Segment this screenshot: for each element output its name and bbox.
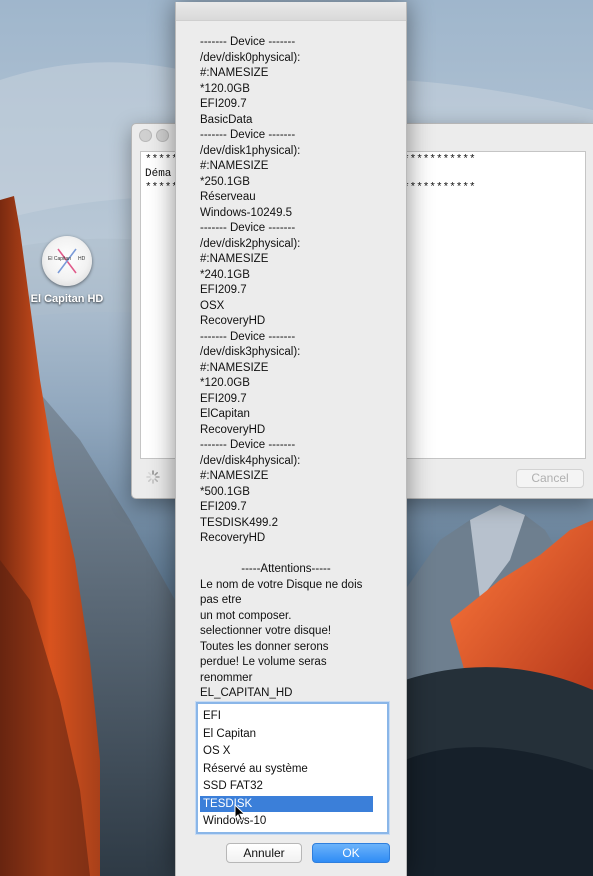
message-line: RecoveryHD: [200, 532, 266, 544]
message-line: Réserveau: [200, 191, 256, 203]
icon-text-right: HD: [78, 256, 86, 262]
message-line: [200, 547, 390, 563]
message-line: #:NAMESIZE: [200, 361, 269, 374]
message-line: *250.1GB: [200, 175, 250, 188]
message-line: *120.0GB: [200, 377, 250, 389]
message-line: ------- Device -------: [200, 129, 296, 141]
annuler-button[interactable]: Annuler: [226, 843, 302, 863]
message-line: BasicData: [200, 113, 253, 126]
mouse-pointer-icon: [234, 804, 246, 822]
message-line: selectionner votre disque!: [200, 625, 332, 637]
message-line: *500.1GB: [200, 485, 250, 498]
cancel-button[interactable]: Cancel: [516, 469, 584, 488]
list-item-tesdisk[interactable]: TESDISK: [200, 795, 373, 812]
desktop-icon-label: El Capitan HD: [30, 293, 104, 305]
console-line: Déma: [145, 168, 172, 180]
list-item-os-x[interactable]: OS X: [200, 743, 373, 759]
dialog-message: ------- Device ------- /dev/disk0physica…: [200, 35, 390, 702]
desktop-icon-el-capitan-hd[interactable]: El Capitan HD El Capitan HD: [26, 236, 108, 305]
message-line: /dev/disk4physical):: [200, 454, 301, 467]
message-line: perdue! Le volume seras: [200, 656, 327, 668]
message-line: /dev/disk2physical):: [200, 237, 301, 250]
minimize-button[interactable]: [156, 129, 169, 142]
message-line: Toutes les donner serons: [200, 640, 329, 653]
message-line: EFI209.7: [200, 284, 247, 296]
message-line: #:NAMESIZE: [200, 253, 269, 265]
message-line: #:NAMESIZE: [200, 470, 269, 482]
list-scrollbar[interactable]: [377, 706, 385, 828]
message-line: ElCapitan: [200, 408, 250, 420]
message-line: RecoveryHD: [200, 315, 266, 327]
message-line: EL_CAPITAN_HD: [200, 687, 293, 699]
message-line: ------- Device -------: [200, 330, 296, 343]
ok-button[interactable]: OK: [312, 843, 390, 863]
message-line: /dev/disk0physical):: [200, 51, 301, 64]
message-line: RecoveryHD: [200, 423, 266, 436]
dialog-titlebar: [176, 2, 406, 21]
message-line: ------- Device -------: [200, 36, 296, 48]
attentions-heading: -----Attentions-----: [241, 563, 331, 575]
console-line: ***********: [403, 154, 476, 166]
message-line: ------- Device -------: [200, 222, 296, 234]
message-line: ------- Device -------: [200, 439, 296, 451]
message-line: EFI209.7: [200, 98, 247, 110]
close-button[interactable]: [139, 129, 152, 142]
list-item-efi[interactable]: EFI: [200, 708, 373, 724]
message-line: pas etre: [200, 594, 242, 606]
message-line: un mot composer.: [200, 609, 292, 622]
disk-choice-list[interactable]: EFI El Capitan OS X Réservé au système S…: [196, 702, 389, 834]
message-line: /dev/disk1physical):: [200, 144, 301, 157]
message-line: Windows-10249.5: [200, 206, 293, 219]
disk-selection-dialog: ------- Device ------- /dev/disk0physica…: [175, 2, 407, 876]
message-line: /dev/disk3physical):: [200, 346, 301, 358]
message-line: #:NAMESIZE: [200, 67, 269, 79]
message-line: renommer: [200, 671, 253, 684]
message-line: EFI209.7: [200, 392, 247, 405]
console-line: ***********: [403, 182, 476, 194]
icon-text-left: El Capitan: [48, 256, 72, 262]
list-item-ssd-fat32[interactable]: SSD FAT32: [200, 778, 373, 794]
message-line: *240.1GB: [200, 268, 250, 281]
message-line: Le nom de votre Disque ne dois: [200, 578, 363, 591]
desktop: El Capitan HD El Capitan HD ***** Déma *…: [0, 0, 593, 876]
spinner-icon: [146, 470, 160, 484]
list-item-windows-10[interactable]: Windows-10: [200, 813, 373, 829]
message-line: TESDISK499.2: [200, 516, 278, 529]
message-line: *120.0GB: [200, 82, 250, 95]
message-line: OSX: [200, 299, 225, 312]
list-item-reserve-systeme[interactable]: Réservé au système: [200, 761, 373, 777]
message-line: EFI209.7: [200, 501, 247, 513]
message-line: #:NAMESIZE: [200, 160, 269, 172]
console-line: *****: [145, 182, 179, 194]
list-item-el-capitan[interactable]: El Capitan: [200, 726, 373, 742]
console-line: *****: [145, 154, 179, 166]
drive-icon: El Capitan HD: [42, 236, 92, 286]
